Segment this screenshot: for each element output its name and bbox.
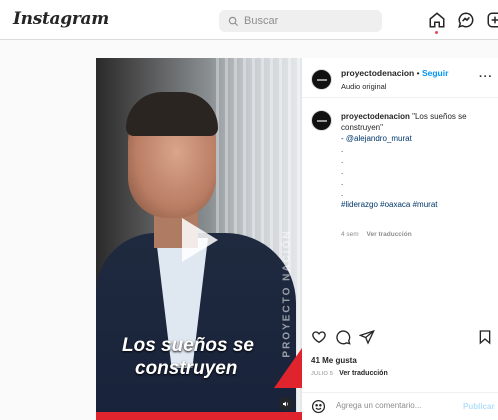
instagram-logo[interactable]: Instagram (13, 9, 109, 29)
messenger-icon[interactable] (457, 11, 475, 29)
post-details-panel: proyectodenacion • Seguir Audio original… (302, 58, 498, 420)
caption-dot: . (341, 156, 344, 165)
audio-label[interactable]: Audio original (341, 82, 386, 91)
likes-count[interactable]: 41 Me gusta (311, 356, 357, 365)
comment-icon[interactable] (335, 329, 351, 345)
search-box[interactable] (219, 10, 382, 32)
video-caption: Los sueños se construyen (122, 334, 282, 380)
caption-mention[interactable]: - @alejandro_murat (341, 133, 481, 144)
video-side-text: PROYECTO NACIÓN (281, 228, 293, 358)
comment-age[interactable]: 4 sem (341, 231, 359, 238)
post-date: JULIO 5 Ver traducción (311, 370, 388, 377)
post-video[interactable]: PROYECTO NACIÓN Los sueños se construyen (96, 58, 302, 420)
play-icon[interactable] (182, 218, 218, 262)
caption-dot: . (341, 178, 344, 187)
caption-dot: . (341, 167, 344, 176)
add-comment-bar: Publicar (302, 392, 498, 420)
avatar[interactable] (311, 69, 332, 90)
comment-input[interactable] (336, 401, 456, 410)
home-icon[interactable] (428, 11, 446, 34)
caption-dot: . (341, 145, 344, 154)
more-options-icon[interactable]: ··· (479, 71, 493, 83)
username-link[interactable]: proyectodenacion (341, 68, 414, 78)
save-bookmark-icon[interactable] (477, 329, 493, 345)
caption-hashtags[interactable]: #liderazgo #oaxaca #murat (341, 199, 481, 210)
new-post-icon[interactable] (486, 11, 498, 29)
separator: • (416, 68, 420, 78)
caption-meta: 4 sem Ver traducción (341, 231, 412, 238)
see-translation-link[interactable]: Ver traducción (367, 231, 412, 238)
nav-icons (428, 11, 498, 34)
red-bottom-bar (96, 412, 302, 420)
emoji-icon[interactable] (311, 399, 326, 414)
speaker-icon (283, 401, 289, 407)
caption-dot: . (341, 189, 344, 198)
post-header: proyectodenacion • Seguir Audio original… (302, 58, 498, 98)
caption-username[interactable]: proyectodenacion (341, 112, 410, 121)
date-translation-link[interactable]: Ver traducción (339, 370, 388, 377)
post-caption: proyectodenacion "Los sueños se construy… (341, 111, 481, 210)
post-author: proyectodenacion • Seguir (341, 68, 448, 78)
post-date-text[interactable]: JULIO 5 (311, 371, 333, 377)
share-icon[interactable] (359, 329, 375, 345)
notification-dot (435, 31, 438, 34)
publish-button[interactable]: Publicar (463, 402, 495, 411)
video-caption-line2: construyen (135, 358, 238, 379)
search-input[interactable] (244, 15, 364, 27)
action-bar (302, 326, 498, 348)
search-icon (228, 16, 239, 26)
follow-button[interactable]: Seguir (422, 68, 448, 78)
audio-toggle-button[interactable] (279, 397, 293, 411)
top-navigation-bar: Instagram (0, 0, 498, 40)
caption-avatar[interactable] (311, 110, 332, 131)
like-heart-icon[interactable] (311, 329, 327, 345)
video-caption-line1: Los sueños se (122, 335, 254, 356)
